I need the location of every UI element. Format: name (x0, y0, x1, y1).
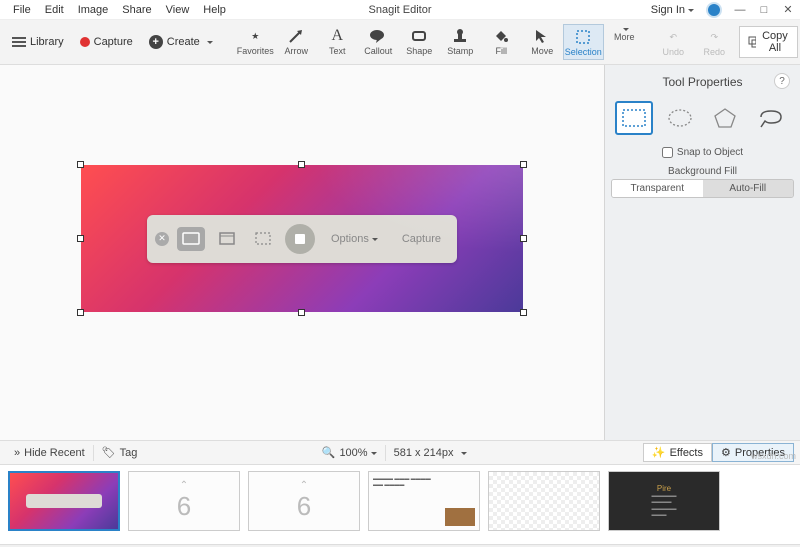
hamburger-icon (12, 41, 26, 43)
capture-label: Capture (94, 36, 133, 48)
handle-tl[interactable] (77, 161, 84, 168)
seg-autofill[interactable]: Auto-Fill (703, 180, 794, 197)
arrow-icon (286, 26, 306, 46)
selection-icon (573, 27, 593, 47)
capture-widget: ✕ Options Capture (147, 215, 457, 263)
shape-polygon[interactable] (707, 101, 745, 135)
handle-tr[interactable] (520, 161, 527, 168)
widget-close-icon[interactable]: ✕ (155, 232, 169, 246)
handle-mr[interactable] (520, 235, 527, 242)
tool-stamp[interactable]: Stamp (440, 24, 481, 60)
tray-bar: » Hide Recent 🏷 Tag 🔍 100% 581 x 214px ✨… (0, 440, 800, 464)
menu-help[interactable]: Help (196, 2, 233, 18)
callout-icon (368, 26, 388, 46)
menu-edit[interactable]: Edit (38, 2, 71, 18)
copy-all-button[interactable]: Copy All (739, 26, 799, 58)
widget-record-button[interactable] (285, 224, 315, 254)
wand-icon: ✨ (652, 446, 666, 459)
thumbnail-0[interactable] (8, 471, 120, 531)
tag-icon: 🏷 (102, 446, 116, 459)
star-icon: ★ (245, 26, 265, 46)
bgfill-segment[interactable]: Transparent Auto-Fill (611, 179, 794, 198)
move-icon (532, 26, 552, 46)
snap-checkbox[interactable] (662, 147, 673, 158)
create-button[interactable]: + Create (143, 31, 219, 53)
tool-more[interactable]: More (604, 24, 645, 60)
minimize-icon[interactable]: — (734, 4, 746, 16)
hide-recent-button[interactable]: » Hide Recent (6, 447, 93, 459)
tool-move[interactable]: Move (522, 24, 563, 60)
maximize-icon[interactable]: □ (758, 4, 770, 16)
tool-shape[interactable]: Shape (399, 24, 440, 60)
tool-callout[interactable]: Callout (358, 24, 399, 60)
gear-icon: ⚙ (721, 446, 731, 459)
handle-bc[interactable] (298, 309, 305, 316)
shape-rectangle[interactable] (615, 101, 653, 135)
bgfill-label: Background Fill (611, 162, 794, 179)
user-avatar-icon[interactable] (706, 2, 722, 18)
capture-button[interactable]: Capture (74, 32, 139, 52)
widget-region-icon[interactable] (249, 227, 277, 251)
close-icon[interactable]: ✕ (782, 4, 794, 16)
library-label: Library (30, 36, 64, 48)
stamp-icon (450, 26, 470, 46)
menu-share[interactable]: Share (115, 2, 158, 18)
toolbar: Library Capture + Create ★ Favorites Arr… (0, 20, 800, 65)
thumbnail-1[interactable]: ⌃6 (128, 471, 240, 531)
watermark: wsxdn.com (751, 451, 796, 461)
redo-button[interactable]: ↷ Redo (694, 25, 735, 59)
sign-in-link[interactable]: Sign In (651, 4, 694, 16)
create-label: Create (167, 36, 200, 48)
widget-window-icon[interactable] (213, 227, 241, 251)
tool-arrow[interactable]: Arrow (276, 24, 317, 60)
undo-button[interactable]: ↶ Undo (653, 25, 694, 59)
menu-view[interactable]: View (159, 2, 197, 18)
widget-capture[interactable]: Capture (394, 233, 449, 245)
thumbnail-3[interactable]: ▬▬▬▬ ▬▬▬ ▬▬▬▬▬▬ ▬▬▬▬ (368, 471, 480, 531)
app-title: Snagit Editor (369, 4, 432, 16)
canvas-area[interactable]: ✕ Options Capture (0, 65, 604, 440)
undo-icon: ↶ (663, 27, 683, 47)
menu-image[interactable]: Image (71, 2, 116, 18)
record-dot-icon (80, 37, 90, 47)
widget-screen-icon[interactable] (177, 227, 205, 251)
tool-favorites[interactable]: ★ Favorites (235, 24, 276, 60)
widget-options[interactable]: Options (323, 233, 386, 245)
snap-label: Snap to Object (677, 147, 743, 158)
tool-fill[interactable]: Fill (481, 24, 522, 60)
properties-panel: Tool Properties ? Snap to Object Backgro… (604, 65, 800, 440)
thumbnail-5[interactable]: Pire▬▬▬▬▬▬▬▬▬▬▬▬▬▬▬▬▬ (608, 471, 720, 531)
shape-ellipse[interactable] (661, 101, 699, 135)
library-button[interactable]: Library (6, 32, 70, 52)
handle-ml[interactable] (77, 235, 84, 242)
handle-bl[interactable] (77, 309, 84, 316)
tag-button[interactable]: 🏷 Tag (94, 446, 146, 459)
help-icon[interactable]: ? (774, 73, 790, 89)
dimensions-display[interactable]: 581 x 214px (386, 447, 475, 459)
tool-text[interactable]: A Text (317, 24, 358, 60)
thumbnail-tray: ⌃6 ⌃6 ▬▬▬▬ ▬▬▬ ▬▬▬▬▬▬ ▬▬▬▬ Pire▬▬▬▬▬▬▬▬▬… (0, 464, 800, 544)
thumbnail-4[interactable] (488, 471, 600, 531)
copy-icon (748, 36, 757, 48)
zoom-icon: 🔍 (322, 446, 336, 459)
menu-file[interactable]: File (6, 2, 38, 18)
props-title: Tool Properties ? (611, 71, 794, 93)
effects-button[interactable]: ✨ Effects (643, 443, 712, 462)
redo-icon: ↷ (704, 27, 724, 47)
plus-icon: + (149, 35, 163, 49)
handle-tc[interactable] (298, 161, 305, 168)
seg-transparent[interactable]: Transparent (612, 180, 703, 197)
chevron-double-down-icon: » (14, 447, 20, 459)
tool-selection[interactable]: Selection (563, 24, 604, 60)
shape-lasso[interactable] (752, 101, 790, 135)
thumbnail-2[interactable]: ⌃6 (248, 471, 360, 531)
canvas-image[interactable]: ✕ Options Capture (81, 165, 523, 312)
shape-icon (409, 26, 429, 46)
handle-br[interactable] (520, 309, 527, 316)
zoom-control[interactable]: 🔍 100% (314, 446, 385, 459)
fill-icon (491, 26, 511, 46)
text-icon: A (327, 26, 347, 46)
menu-bar: File Edit Image Share View Help Snagit E… (0, 0, 800, 20)
